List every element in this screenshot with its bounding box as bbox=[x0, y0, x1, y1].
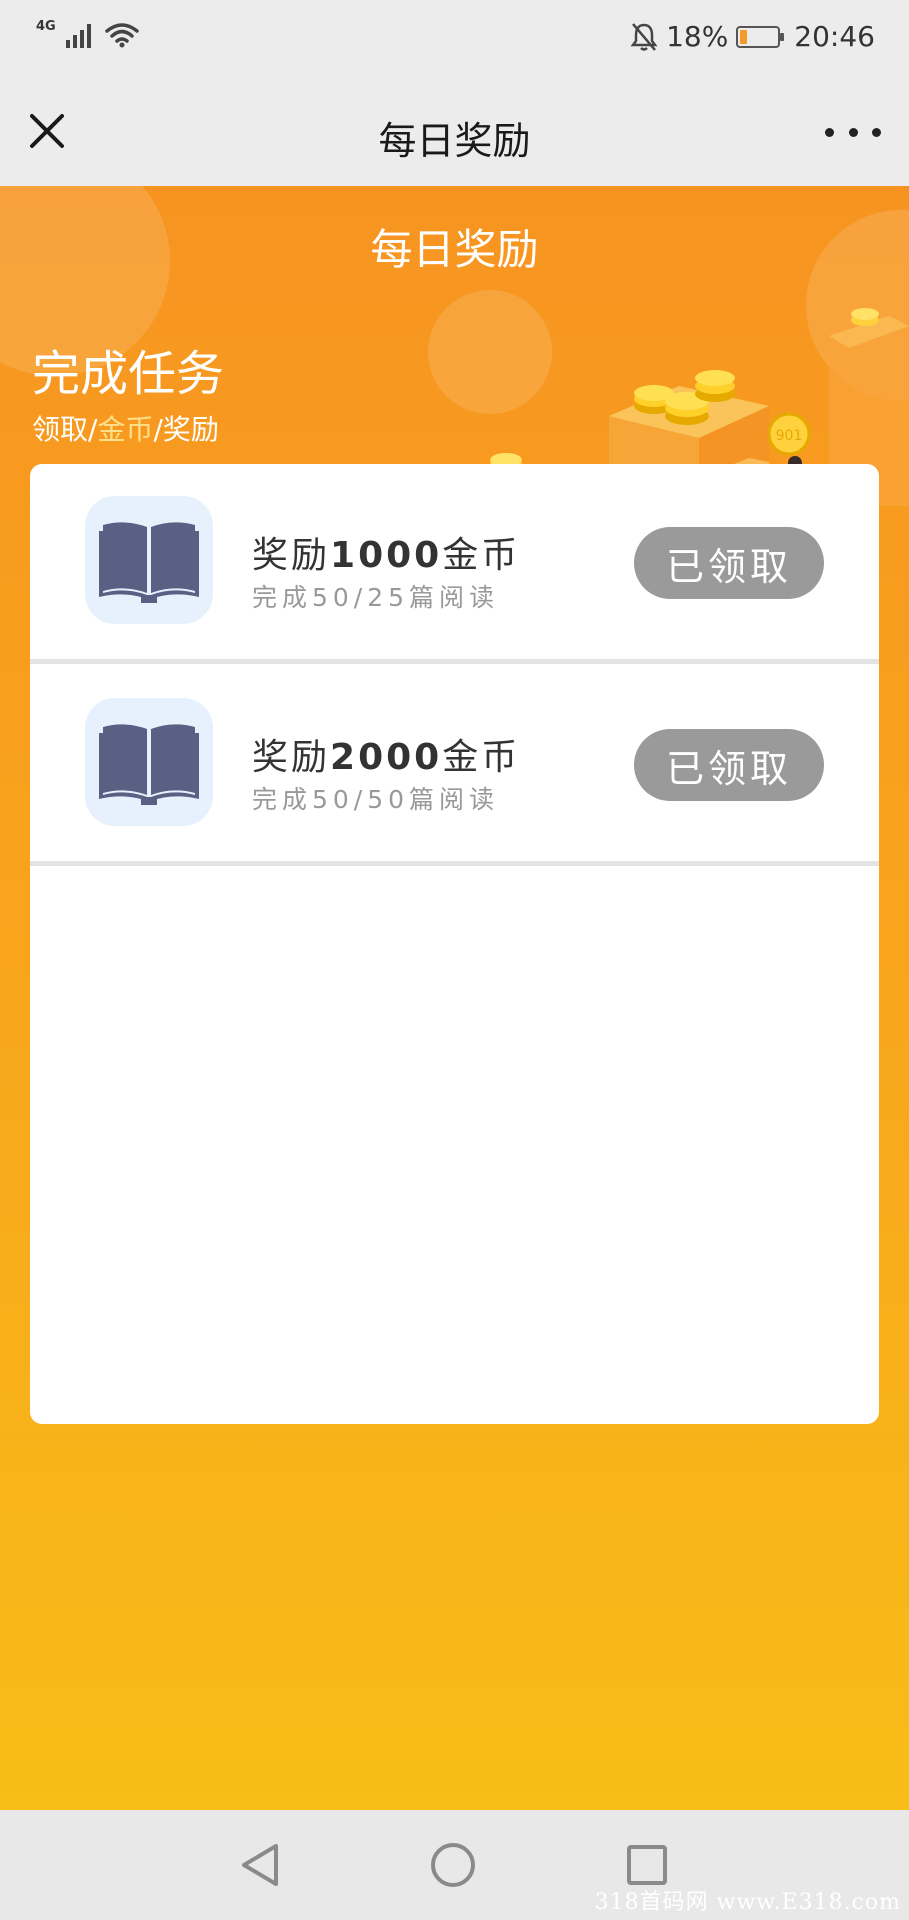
task-title-prefix: 奖励 bbox=[252, 737, 331, 778]
hero-title: 完成任务 bbox=[32, 346, 225, 402]
deco-circle bbox=[428, 290, 552, 414]
back-triangle-icon bbox=[242, 1844, 278, 1886]
more-icon-dot bbox=[825, 127, 834, 137]
hero-sub-part1: 领取/ bbox=[32, 413, 98, 446]
signal-icon bbox=[65, 22, 91, 48]
task-title-suffix: 金币 bbox=[442, 737, 521, 778]
task-title-prefix: 奖励 bbox=[252, 535, 331, 576]
hero-sub-highlight: 金币 bbox=[97, 413, 154, 446]
status-bar: 4G 18% 20:46 bbox=[0, 0, 909, 76]
task-title: 奖励2000金币 bbox=[252, 728, 520, 780]
nav-title: 每日奖励 bbox=[378, 119, 531, 163]
task-icon-box bbox=[85, 496, 213, 624]
recents-square-icon bbox=[627, 1845, 667, 1885]
task-amount: 2000 bbox=[330, 737, 443, 778]
bell-muted-icon bbox=[630, 22, 658, 51]
svg-text:901: 901 bbox=[776, 428, 803, 444]
system-nav-bar: 318首码网 www.E318.com bbox=[0, 1810, 909, 1920]
claimed-button[interactable]: 已领取 bbox=[634, 729, 824, 801]
book-icon bbox=[99, 724, 199, 805]
home-button[interactable] bbox=[428, 1840, 478, 1894]
task-row: 奖励2000金币 完成50/50篇阅读 已领取 bbox=[30, 666, 879, 866]
battery-fill bbox=[740, 29, 747, 44]
watermark: 318首码网 www.E318.com bbox=[594, 1890, 901, 1915]
more-icon-dot bbox=[848, 127, 858, 137]
nav-header: 每日奖励 bbox=[0, 76, 909, 186]
task-title: 奖励1000金币 bbox=[252, 526, 520, 578]
task-card: 奖励1000金币 完成50/25篇阅读 已领取 奖励2000金币 完成50/50… bbox=[30, 464, 879, 1424]
task-title-suffix: 金币 bbox=[442, 535, 521, 576]
task-desc: 完成50/50篇阅读 bbox=[252, 785, 500, 814]
clock: 20:46 bbox=[794, 20, 875, 53]
home-circle-icon bbox=[431, 1843, 475, 1887]
network-label: 4G bbox=[36, 19, 56, 34]
wifi-icon bbox=[104, 23, 139, 48]
battery-percent: 18% bbox=[666, 20, 729, 53]
status-left: 4G bbox=[36, 19, 139, 48]
more-icon-dot bbox=[872, 127, 881, 137]
task-row: 奖励1000金币 完成50/25篇阅读 已领取 bbox=[30, 464, 879, 664]
main-area: 每日奖励 完成任务 领取/金币/奖励 901 奖励1000金币 完成50/25篇… bbox=[0, 186, 909, 1810]
claimed-button[interactable]: 已领取 bbox=[634, 527, 824, 599]
back-button[interactable] bbox=[236, 1840, 286, 1894]
book-icon bbox=[99, 522, 199, 603]
status-right: 18% 20:46 bbox=[630, 20, 875, 53]
hero-sub-part3: /奖励 bbox=[153, 413, 219, 446]
hero-subtitle: 领取/金币/奖励 bbox=[32, 408, 219, 448]
battery-icon bbox=[736, 25, 785, 48]
more-button[interactable] bbox=[825, 114, 881, 150]
task-desc: 完成50/25篇阅读 bbox=[252, 583, 500, 612]
task-icon-box bbox=[85, 698, 213, 826]
task-amount: 1000 bbox=[330, 535, 443, 576]
